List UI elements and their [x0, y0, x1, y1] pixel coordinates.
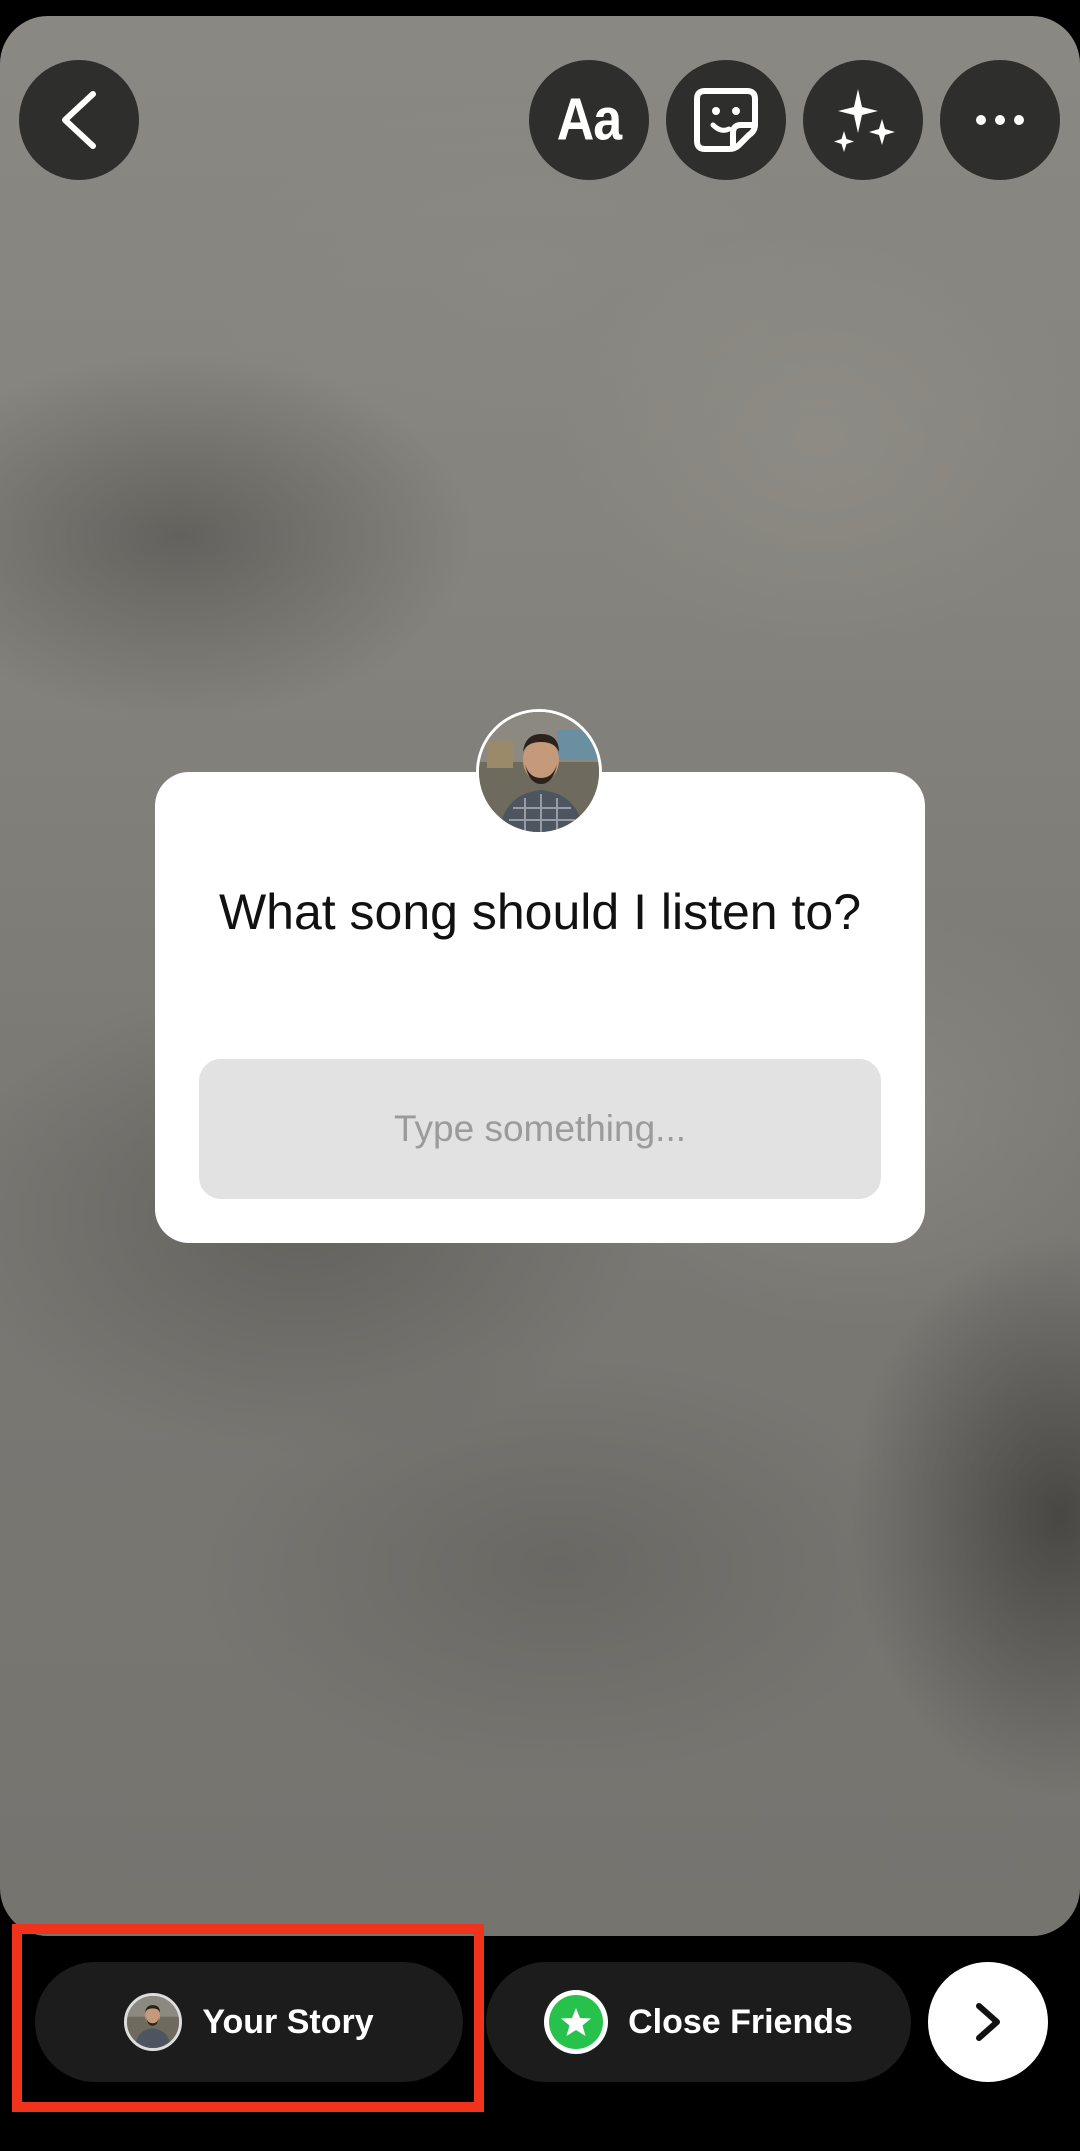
effects-button[interactable] — [803, 60, 923, 180]
your-story-avatar — [124, 1993, 183, 2051]
story-editor-screen: Aa What song should I listen to? Type so… — [0, 0, 1080, 2151]
text-tool-button[interactable]: Aa — [529, 60, 649, 180]
close-friends-label: Close Friends — [628, 2002, 853, 2041]
answer-input[interactable]: Type something... — [199, 1059, 881, 1199]
your-story-label: Your Story — [202, 2002, 374, 2041]
sticker-icon — [694, 88, 758, 152]
chevron-left-icon — [62, 91, 96, 149]
close-friends-button[interactable]: Close Friends — [486, 1962, 911, 2082]
text-tool-label: Aa — [556, 86, 622, 154]
sticker-button[interactable] — [666, 60, 786, 180]
sparkles-icon — [834, 89, 895, 152]
profile-avatar — [476, 709, 602, 835]
more-options-button[interactable] — [940, 60, 1060, 180]
your-story-button[interactable]: Your Story — [35, 1962, 463, 2082]
close-friends-badge — [544, 1990, 609, 2054]
question-text: What song should I listen to? — [218, 884, 862, 940]
question-sticker[interactable]: What song should I listen to? Type somet… — [155, 772, 925, 1243]
back-button[interactable] — [19, 60, 139, 180]
more-horizontal-icon — [976, 115, 1024, 125]
chevron-right-icon — [976, 2003, 1000, 2041]
next-button[interactable] — [928, 1962, 1048, 2082]
star-icon — [561, 2008, 592, 2036]
